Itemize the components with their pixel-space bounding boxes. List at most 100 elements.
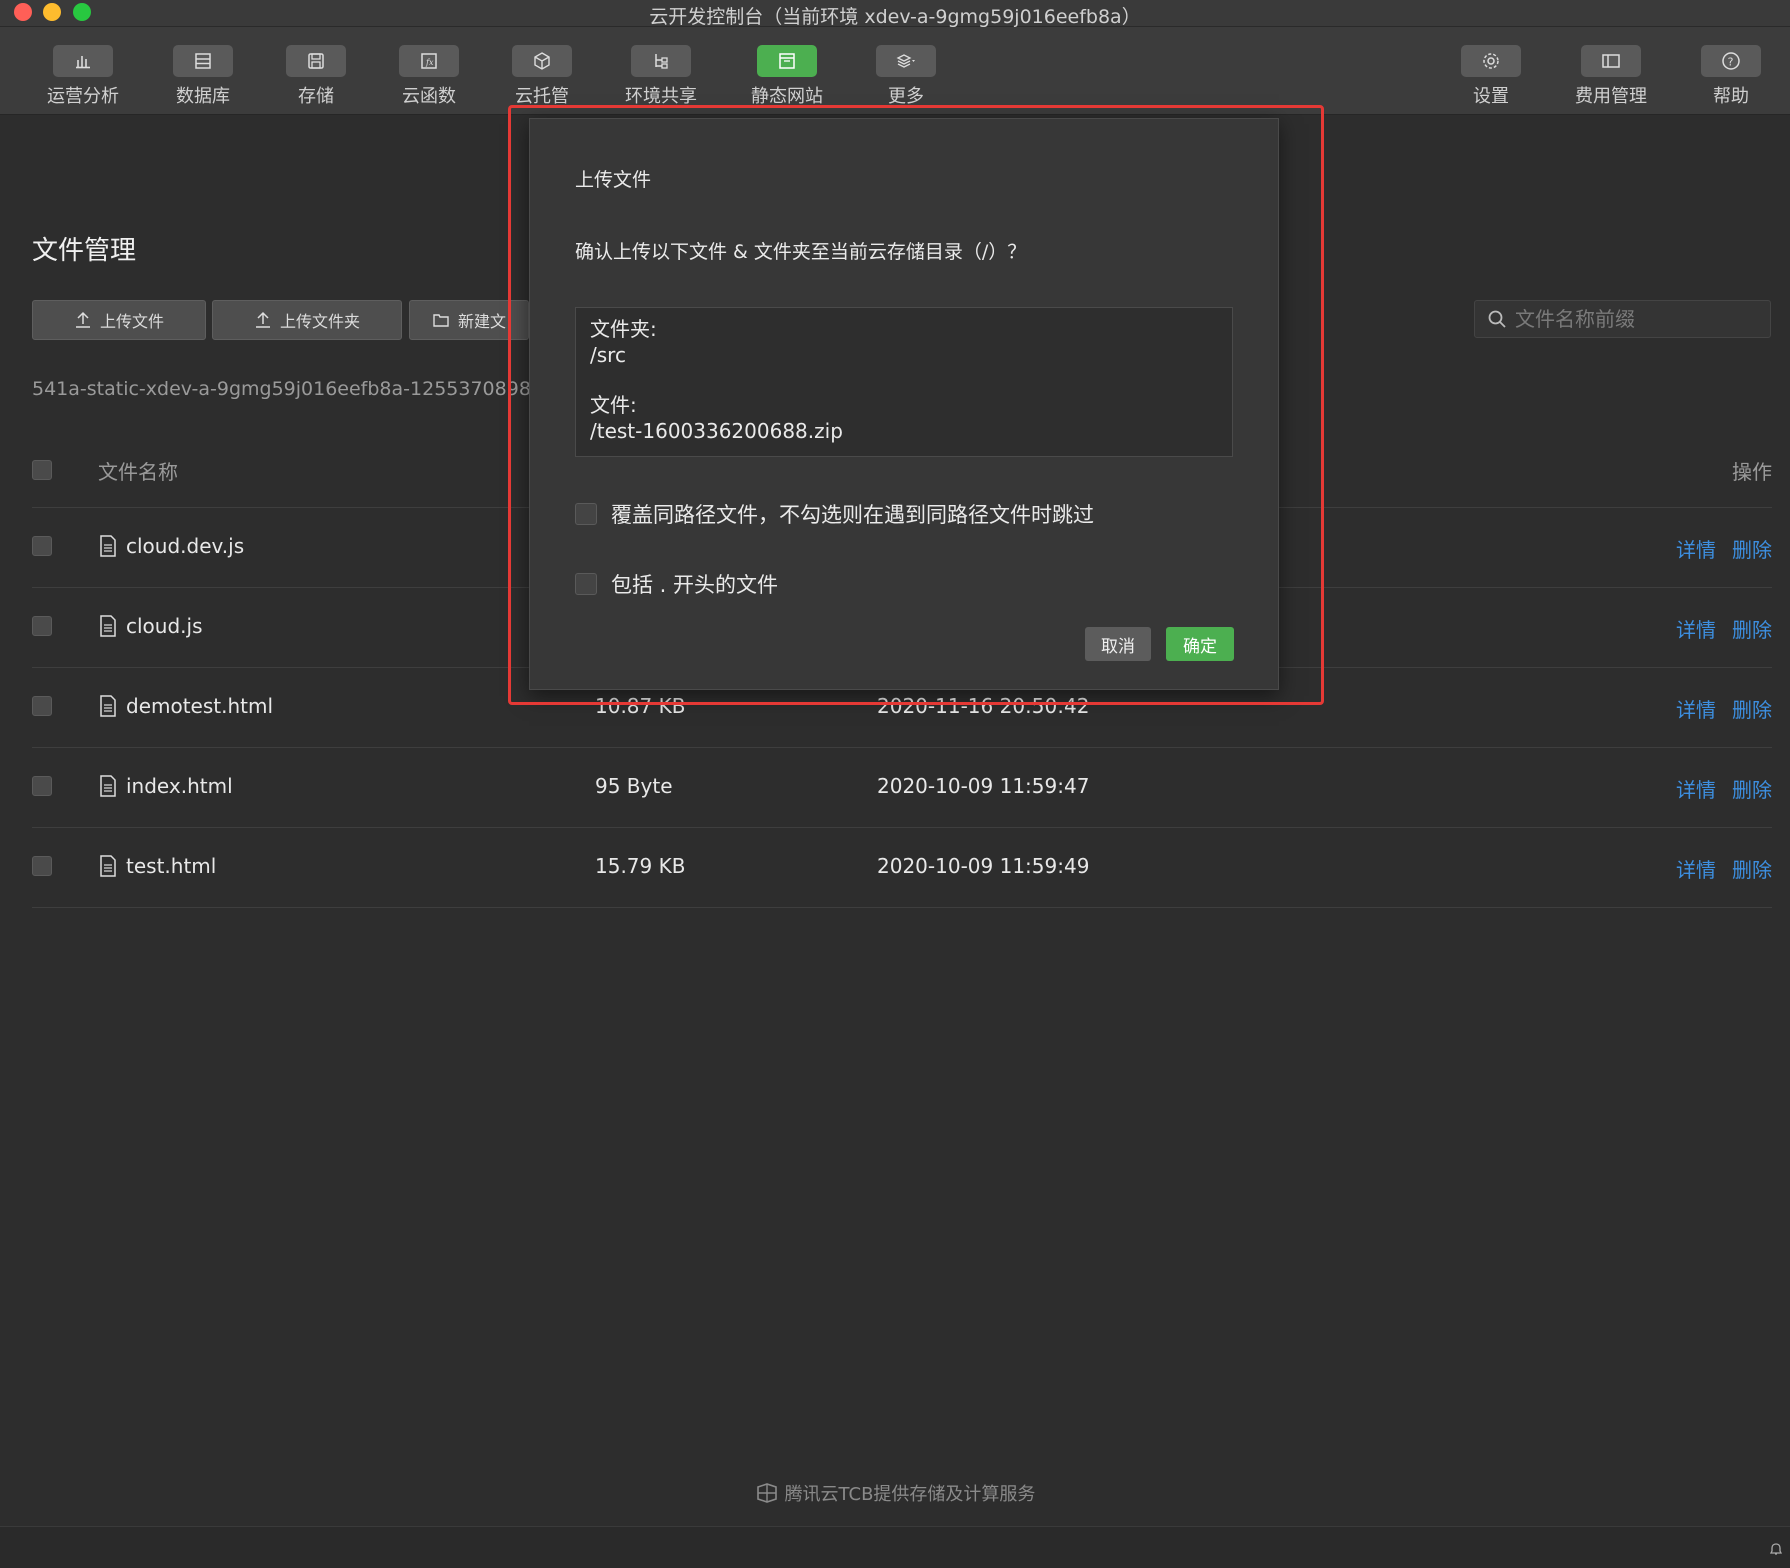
toolbar-label: 环境共享 [625,86,697,107]
billing-icon [1581,45,1641,77]
cube-icon [512,45,572,77]
footer: 腾讯云TCB提供存储及计算服务 [0,1480,1790,1506]
detail-link[interactable]: 详情 [1676,694,1716,723]
file-icon [100,855,116,877]
upload-folder-label: 上传文件夹 [279,312,360,331]
toolbar-item-functions[interactable]: fx 云函数 [384,45,474,108]
row-actions: 详情 删除 [1676,694,1772,723]
file-date: 2020-10-09 11:59:49 [877,854,1090,878]
help-icon: ? [1701,45,1761,77]
row-checkbox[interactable] [32,536,52,556]
overwrite-label: 覆盖同路径文件，不勾选则在遇到同路径文件时跳过 [611,503,1094,527]
toolbar-item-hosting[interactable]: 云托管 [497,45,587,108]
file-size: 15.79 KB [595,854,686,878]
tencent-cloud-logo-icon [756,1483,777,1503]
file-size: 10.87 KB [595,694,686,718]
file-name-cell[interactable]: index.html [98,774,233,798]
dialog-message: 确认上传以下文件 & 文件夹至当前云存储目录（/）？ [575,241,1027,263]
toolbar-item-analytics[interactable]: 运营分析 [38,45,128,108]
toolbar-label: 运营分析 [47,86,119,107]
file-icon [100,775,116,797]
toolbar-label: 更多 [888,86,924,107]
upload-confirm-dialog: 上传文件 确认上传以下文件 & 文件夹至当前云存储目录（/）？ 文件夹: /sr… [529,118,1279,690]
toolbar-item-env-share[interactable]: 环境共享 [616,45,706,108]
row-checkbox[interactable] [32,856,52,876]
database-icon [173,45,233,77]
footer-text: 腾讯云TCB提供存储及计算服务 [784,1484,1036,1505]
file-name-cell[interactable]: cloud.dev.js [98,534,244,558]
row-actions: 详情 删除 [1676,854,1772,883]
upload-file-button[interactable]: 上传文件 [32,300,206,340]
file-label: 文件: [590,393,637,417]
detail-link[interactable]: 详情 [1676,534,1716,563]
row-actions: 详情 删除 [1676,774,1772,803]
bell-icon[interactable] [1768,1541,1784,1557]
detail-link[interactable]: 详情 [1676,614,1716,643]
toolbar-item-static-site[interactable]: 静态网站 [742,45,832,108]
file-name: demotest.html [126,694,274,718]
main-toolbar: 运营分析 数据库 存储 fx 云函数 云托管 环境共享 静态网站 更多 设置 费… [0,27,1790,115]
delete-link[interactable]: 删除 [1732,534,1772,563]
search-box[interactable] [1474,300,1771,338]
file-name: cloud.js [126,614,203,638]
upload-icon [255,311,270,328]
file-name-cell[interactable]: cloud.js [98,614,203,638]
toolbar-item-billing[interactable]: 费用管理 [1566,45,1656,108]
delete-link[interactable]: 删除 [1732,854,1772,883]
window-title: 云开发控制台（当前环境 xdev-a-9gmg59j016eefb8a） [649,6,1141,28]
row-checkbox[interactable] [32,696,52,716]
bucket-path: 541a-static-xdev-a-9gmg59j016eefb8a-1255… [32,378,531,400]
delete-link[interactable]: 删除 [1732,774,1772,803]
file-date: 2020-11-16 20:50:42 [877,694,1090,718]
toolbar-item-settings[interactable]: 设置 [1446,45,1536,108]
page-title: 文件管理 [32,236,137,266]
row-checkbox[interactable] [32,776,52,796]
file-name: index.html [126,774,233,798]
search-icon [1488,310,1506,328]
save-icon [286,45,346,77]
file-name-cell[interactable]: demotest.html [98,694,273,718]
toolbar-label: 静态网站 [751,86,823,107]
toolbar-item-help[interactable]: ? 帮助 [1686,45,1776,108]
new-folder-icon [433,314,449,327]
select-all-checkbox[interactable] [32,460,52,480]
overwrite-checkbox[interactable] [575,503,597,525]
toolbar-item-storage[interactable]: 存储 [271,45,361,108]
row-actions: 详情 删除 [1676,614,1772,643]
confirm-button[interactable]: 确定 [1166,627,1234,661]
file-name: test.html [126,854,217,878]
delete-link[interactable]: 删除 [1732,614,1772,643]
delete-link[interactable]: 删除 [1732,694,1772,723]
upload-file-label: 上传文件 [99,312,164,331]
toolbar-item-more[interactable]: 更多 [861,45,951,108]
toolbar-label: 存储 [298,86,334,107]
dotfiles-checkbox[interactable] [575,573,597,595]
column-header-name: 文件名称 [98,460,178,484]
file-name: cloud.dev.js [126,534,245,558]
toolbar-item-database[interactable]: 数据库 [158,45,248,108]
file-icon [100,615,116,637]
toolbar-label: 云函数 [402,86,456,107]
new-folder-button[interactable]: 新建文 [409,300,529,340]
gear-icon [1461,45,1521,77]
file-path: /test-1600336200688.zip [590,419,843,443]
search-input[interactable] [1515,307,1755,331]
upload-folder-button[interactable]: 上传文件夹 [212,300,402,340]
dotfiles-option[interactable]: 包括 . 开头的文件 [575,569,778,599]
detail-link[interactable]: 详情 [1676,774,1716,803]
toolbar-label: 帮助 [1713,86,1749,107]
detail-link[interactable]: 详情 [1676,854,1716,883]
status-bar [0,1526,1790,1568]
table-row: index.html 95 Byte 2020-10-09 11:59:47 详情 删除 [32,748,1772,828]
folder-label: 文件夹: [590,317,657,341]
overwrite-option[interactable]: 覆盖同路径文件，不勾选则在遇到同路径文件时跳过 [575,499,1094,529]
function-icon: fx [399,45,459,77]
cancel-button[interactable]: 取消 [1085,627,1151,661]
upload-list: 文件夹: /src 文件: /test-1600336200688.zip [575,307,1233,457]
file-name-cell[interactable]: test.html [98,854,216,878]
toolbar-label: 云托管 [515,86,569,107]
row-checkbox[interactable] [32,616,52,636]
column-header-ops: 操作 [1732,460,1772,484]
row-actions: 详情 删除 [1676,534,1772,563]
tree-icon [631,45,691,77]
